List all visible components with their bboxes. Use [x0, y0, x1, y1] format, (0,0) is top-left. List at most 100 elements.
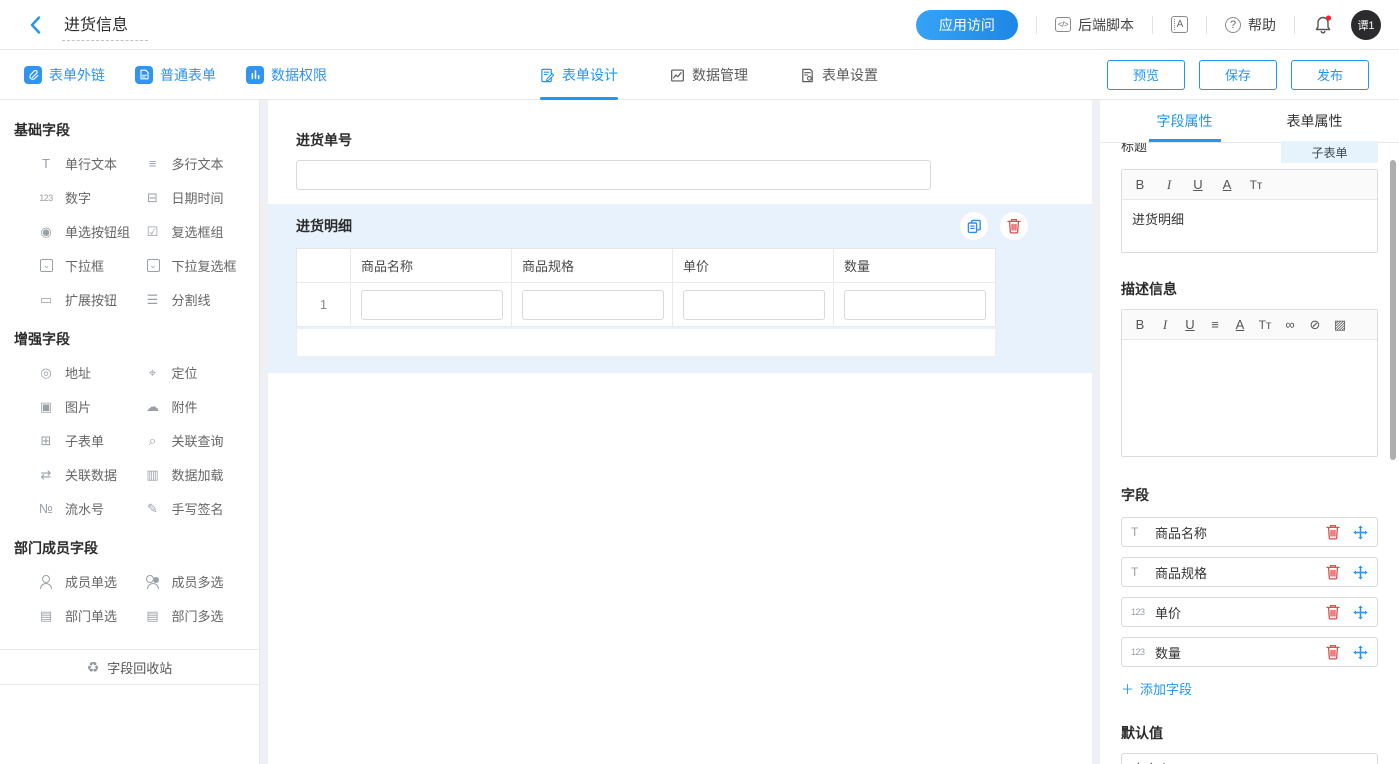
delete-field-icon[interactable]	[1326, 524, 1340, 540]
default-value-label: 默认值	[1121, 723, 1378, 743]
form-external-link-button[interactable]: 表单外链	[24, 65, 105, 85]
field-item-member-multi[interactable]: 成员多选	[143, 572, 250, 591]
field-row-label: 单价	[1155, 603, 1326, 622]
default-value-select[interactable]: 自定义 ▼	[1121, 753, 1378, 764]
field-item-dept-single[interactable]: ▤ 部门单选	[36, 606, 143, 625]
field-row-product-spec[interactable]: T 商品规格	[1121, 557, 1378, 587]
field-item-linked-query[interactable]: ⌕ 关联查询	[143, 431, 250, 450]
save-button[interactable]: 保存	[1199, 60, 1277, 90]
title-editor-toolbar: B I U A Tᴛ	[1122, 170, 1377, 200]
font-size-icon[interactable]: Tᴛ	[1258, 318, 1272, 332]
field-item-dept-multi[interactable]: ▤ 部门多选	[143, 606, 250, 625]
subform-purchase-detail-selected[interactable]: 进货明细	[268, 204, 1092, 373]
bold-icon[interactable]: B	[1133, 317, 1147, 332]
underline-icon[interactable]: U	[1191, 177, 1205, 192]
subform-data-row: 1	[297, 283, 995, 327]
delete-field-icon[interactable]	[1326, 564, 1340, 580]
field-row-product-name[interactable]: T 商品名称	[1121, 517, 1378, 547]
move-field-icon[interactable]	[1353, 525, 1368, 540]
move-field-icon[interactable]	[1353, 565, 1368, 580]
field-item-number[interactable]: 123 数字	[36, 188, 143, 207]
move-field-icon[interactable]	[1353, 645, 1368, 660]
align-icon[interactable]: ≡	[1208, 317, 1222, 332]
property-panel: 字段属性 表单属性 标题 子表单 B I U A Tᴛ 进货明细 描述信息 B …	[1100, 100, 1399, 764]
publish-button[interactable]: 发布	[1291, 60, 1369, 90]
link-icon[interactable]: ∞	[1283, 317, 1297, 332]
unlink-icon[interactable]: ⊘	[1308, 317, 1322, 333]
field-item-multi-line-text[interactable]: ≡ 多行文本	[143, 154, 250, 173]
italic-icon[interactable]: I	[1158, 317, 1172, 333]
duplicate-subform-button[interactable]	[960, 212, 988, 240]
top-bar: 进货信息 应用访问 </> 后端脚本 A ? 帮助 谭1	[0, 0, 1399, 50]
field-item-member-single[interactable]: 成员单选	[36, 572, 143, 591]
field-item-subform[interactable]: ⊞ 子表单	[36, 431, 143, 450]
font-color-icon[interactable]: A	[1220, 177, 1234, 192]
field-item-label: 附件	[172, 397, 198, 416]
subform-title: 进货明细	[296, 216, 352, 236]
field-order-number-label: 进货单号	[296, 130, 1064, 150]
tab-data-manage[interactable]: 数据管理	[670, 50, 748, 100]
column-header: 数量	[834, 249, 995, 283]
extend-button-icon: ▭	[36, 293, 56, 307]
tab-form-properties[interactable]: 表单属性	[1281, 100, 1349, 142]
notification-bell-button[interactable]	[1313, 14, 1333, 36]
data-permission-label: 数据权限	[271, 65, 327, 85]
preview-button[interactable]: 预览	[1107, 60, 1185, 90]
field-item-single-line-text[interactable]: T 单行文本	[36, 154, 143, 173]
divider	[1152, 16, 1153, 34]
field-recycle-bin-button[interactable]: ♻ 字段回收站	[0, 649, 259, 685]
field-item-attachment[interactable]: ☁ 附件	[143, 397, 250, 416]
field-order-number[interactable]: 进货单号	[268, 100, 1092, 190]
move-field-icon[interactable]	[1353, 605, 1368, 620]
insert-image-icon[interactable]: ▨	[1333, 317, 1347, 333]
description-editor-content[interactable]	[1122, 340, 1377, 456]
normal-form-button[interactable]: 普通表单	[135, 65, 216, 85]
field-item-dropdown-multi[interactable]: ⌄ 下拉复选框	[143, 256, 250, 275]
field-item-linked-data[interactable]: ⇄ 关联数据	[36, 465, 143, 484]
cell-input-product-spec[interactable]	[522, 290, 664, 320]
delete-field-icon[interactable]	[1326, 644, 1340, 660]
org-directory-button[interactable]: A	[1171, 16, 1188, 33]
delete-field-icon[interactable]	[1326, 604, 1340, 620]
backend-script-button[interactable]: </> 后端脚本	[1055, 15, 1134, 35]
add-field-button[interactable]: ＋ 添加字段	[1121, 679, 1192, 698]
cell-input-quantity[interactable]	[844, 290, 986, 320]
field-item-signature[interactable]: ✎ 手写签名	[143, 499, 250, 518]
field-item-dropdown[interactable]: ⌄ 下拉框	[36, 256, 143, 275]
field-item-data-load[interactable]: ▥ 数据加载	[143, 465, 250, 484]
panel-scrollbar[interactable]	[1390, 160, 1396, 460]
field-item-address[interactable]: ◎ 地址	[36, 363, 143, 382]
underline-icon[interactable]: U	[1183, 317, 1197, 332]
field-item-checkbox-group[interactable]: ☑ 复选框组	[143, 222, 250, 241]
font-color-icon[interactable]: A	[1233, 317, 1247, 332]
field-item-divider-line[interactable]: ☰ 分割线	[143, 290, 250, 309]
cell-input-unit-price[interactable]	[683, 290, 825, 320]
field-item-extend-button[interactable]: ▭ 扩展按钮	[36, 290, 143, 309]
tab-form-settings[interactable]: 表单设置	[800, 50, 878, 100]
field-item-radio-group[interactable]: ◉ 单选按钮组	[36, 222, 143, 241]
tab-field-properties[interactable]: 字段属性	[1151, 100, 1219, 142]
app-access-button[interactable]: 应用访问	[916, 10, 1018, 40]
field-row-quantity[interactable]: 123 数量	[1121, 637, 1378, 667]
field-item-location[interactable]: ⌖ 定位	[143, 363, 250, 382]
field-row-unit-price[interactable]: 123 单价	[1121, 597, 1378, 627]
avatar[interactable]: 谭1	[1351, 10, 1381, 40]
form-title-input[interactable]: 进货信息	[62, 9, 148, 41]
data-load-icon: ▥	[143, 468, 163, 482]
data-permission-button[interactable]: 数据权限	[246, 65, 327, 85]
tab-form-design[interactable]: 表单设计	[540, 50, 618, 100]
delete-subform-button[interactable]	[1000, 212, 1028, 240]
font-size-icon[interactable]: Tᴛ	[1249, 178, 1263, 192]
field-item-serial-number[interactable]: № 流水号	[36, 499, 143, 518]
field-item-datetime[interactable]: ⊟ 日期时间	[143, 188, 250, 207]
cell-input-product-name[interactable]	[361, 290, 503, 320]
bold-icon[interactable]: B	[1133, 177, 1147, 192]
order-number-input[interactable]	[296, 160, 931, 190]
italic-icon[interactable]: I	[1162, 177, 1176, 193]
member-single-icon	[36, 575, 56, 589]
title-editor-content[interactable]: 进货明细	[1122, 200, 1377, 252]
notification-dot	[1326, 15, 1331, 20]
back-button[interactable]	[24, 14, 46, 36]
field-item-image[interactable]: ▣ 图片	[36, 397, 143, 416]
help-button[interactable]: ? 帮助	[1225, 15, 1276, 35]
